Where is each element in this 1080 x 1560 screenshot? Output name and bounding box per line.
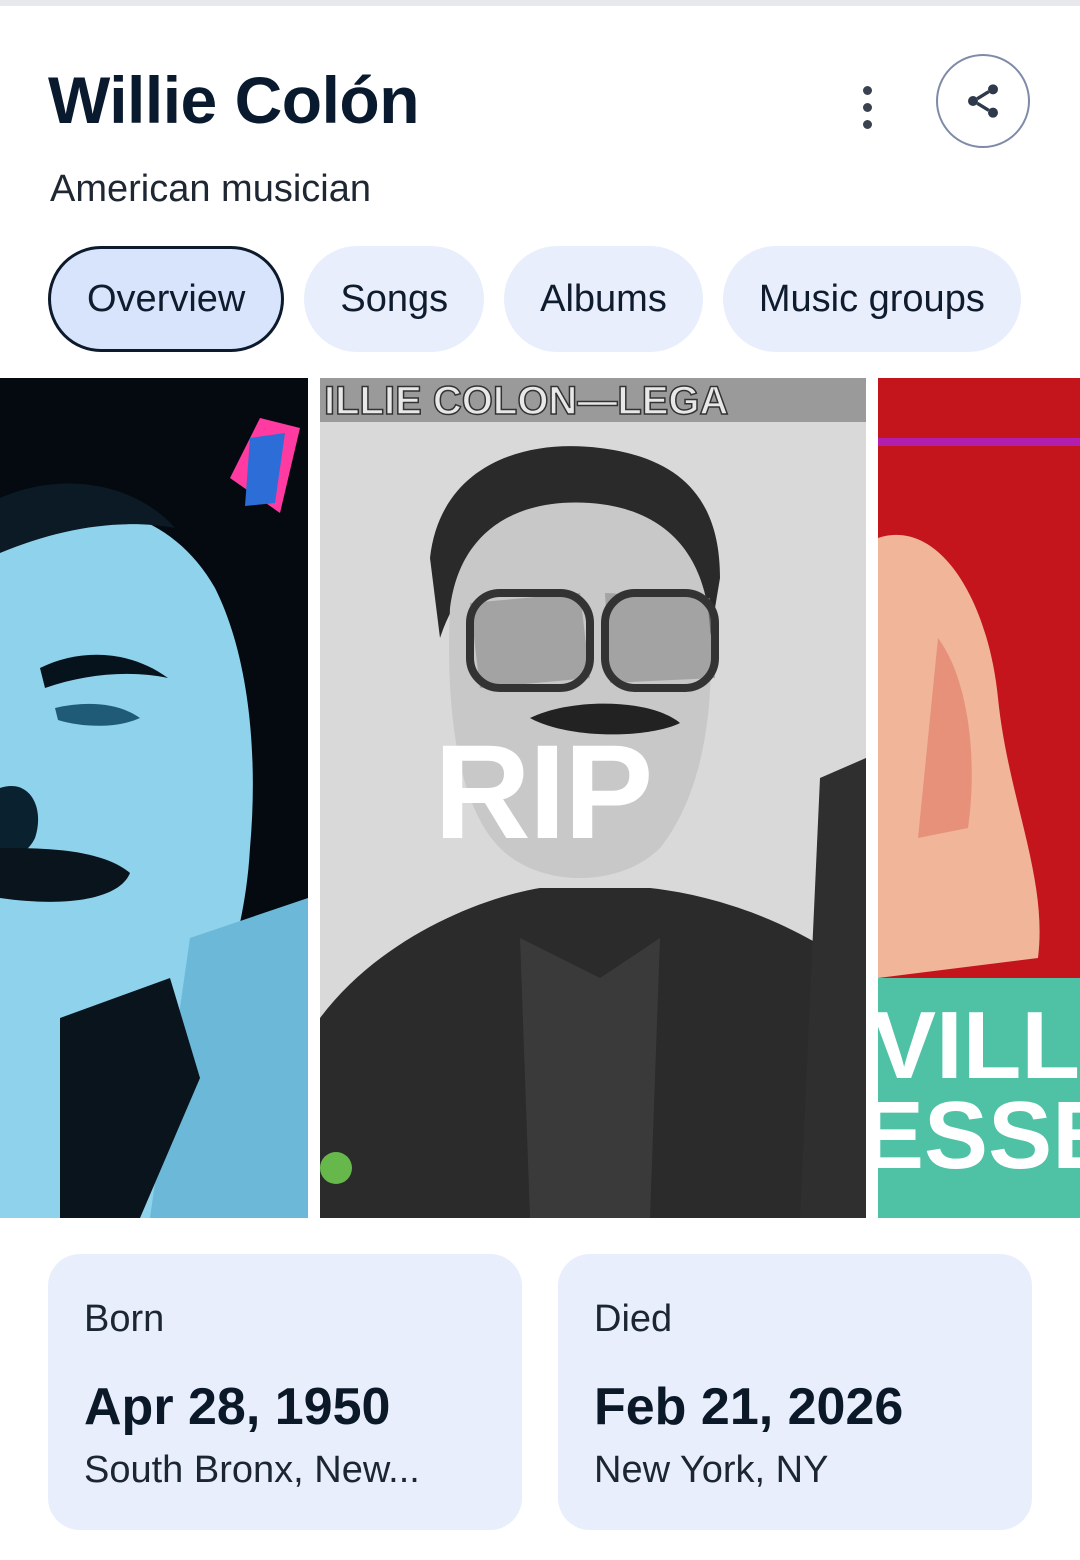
svg-text:ESSE: ESSE [878, 1082, 1080, 1189]
entity-subtitle: American musician [50, 168, 371, 210]
image-gallery: ILLIE COLON—LEGA RIP VILLI ESSE [0, 378, 1080, 1218]
gallery-image-1[interactable] [0, 378, 308, 1218]
tab-music-groups[interactable]: Music groups [722, 246, 1021, 352]
tab-songs[interactable]: Songs [304, 246, 485, 352]
tab-overview[interactable]: Overview [48, 246, 285, 352]
tab-albums[interactable]: Albums [504, 246, 703, 352]
entity-title: Willie Colón [48, 63, 420, 137]
album-cover-image: VILLI ESSE [878, 378, 1080, 1218]
gallery-image-2[interactable]: ILLIE COLON—LEGA RIP [320, 378, 866, 1218]
top-divider [0, 0, 1080, 6]
died-label: Died [594, 1298, 673, 1340]
died-date: Feb 21, 2026 [594, 1378, 904, 1436]
share-icon [968, 84, 998, 118]
rip-overlay-text: RIP [434, 718, 653, 867]
tab-bar: Overview Songs Albums Music groups [48, 246, 1021, 352]
cover-text: ILLIE COLON—LEGA [324, 379, 728, 423]
portrait-image [0, 378, 308, 1218]
born-place: South Bronx, New... [84, 1449, 420, 1491]
born-card[interactable]: Born Apr 28, 1950 South Bronx, New... [48, 1254, 522, 1530]
more-vert-icon-dot [862, 102, 872, 112]
died-place: New York, NY [594, 1449, 829, 1491]
died-card[interactable]: Died Feb 21, 2026 New York, NY [558, 1254, 1032, 1530]
more-vert-icon [862, 85, 872, 95]
born-label: Born [84, 1298, 165, 1340]
born-date: Apr 28, 1950 [84, 1378, 391, 1436]
more-vert-icon-dot [862, 119, 872, 129]
gallery-image-3[interactable]: VILLI ESSE [878, 378, 1080, 1218]
share-button[interactable] [936, 54, 1030, 148]
more-options-button[interactable] [838, 78, 896, 136]
